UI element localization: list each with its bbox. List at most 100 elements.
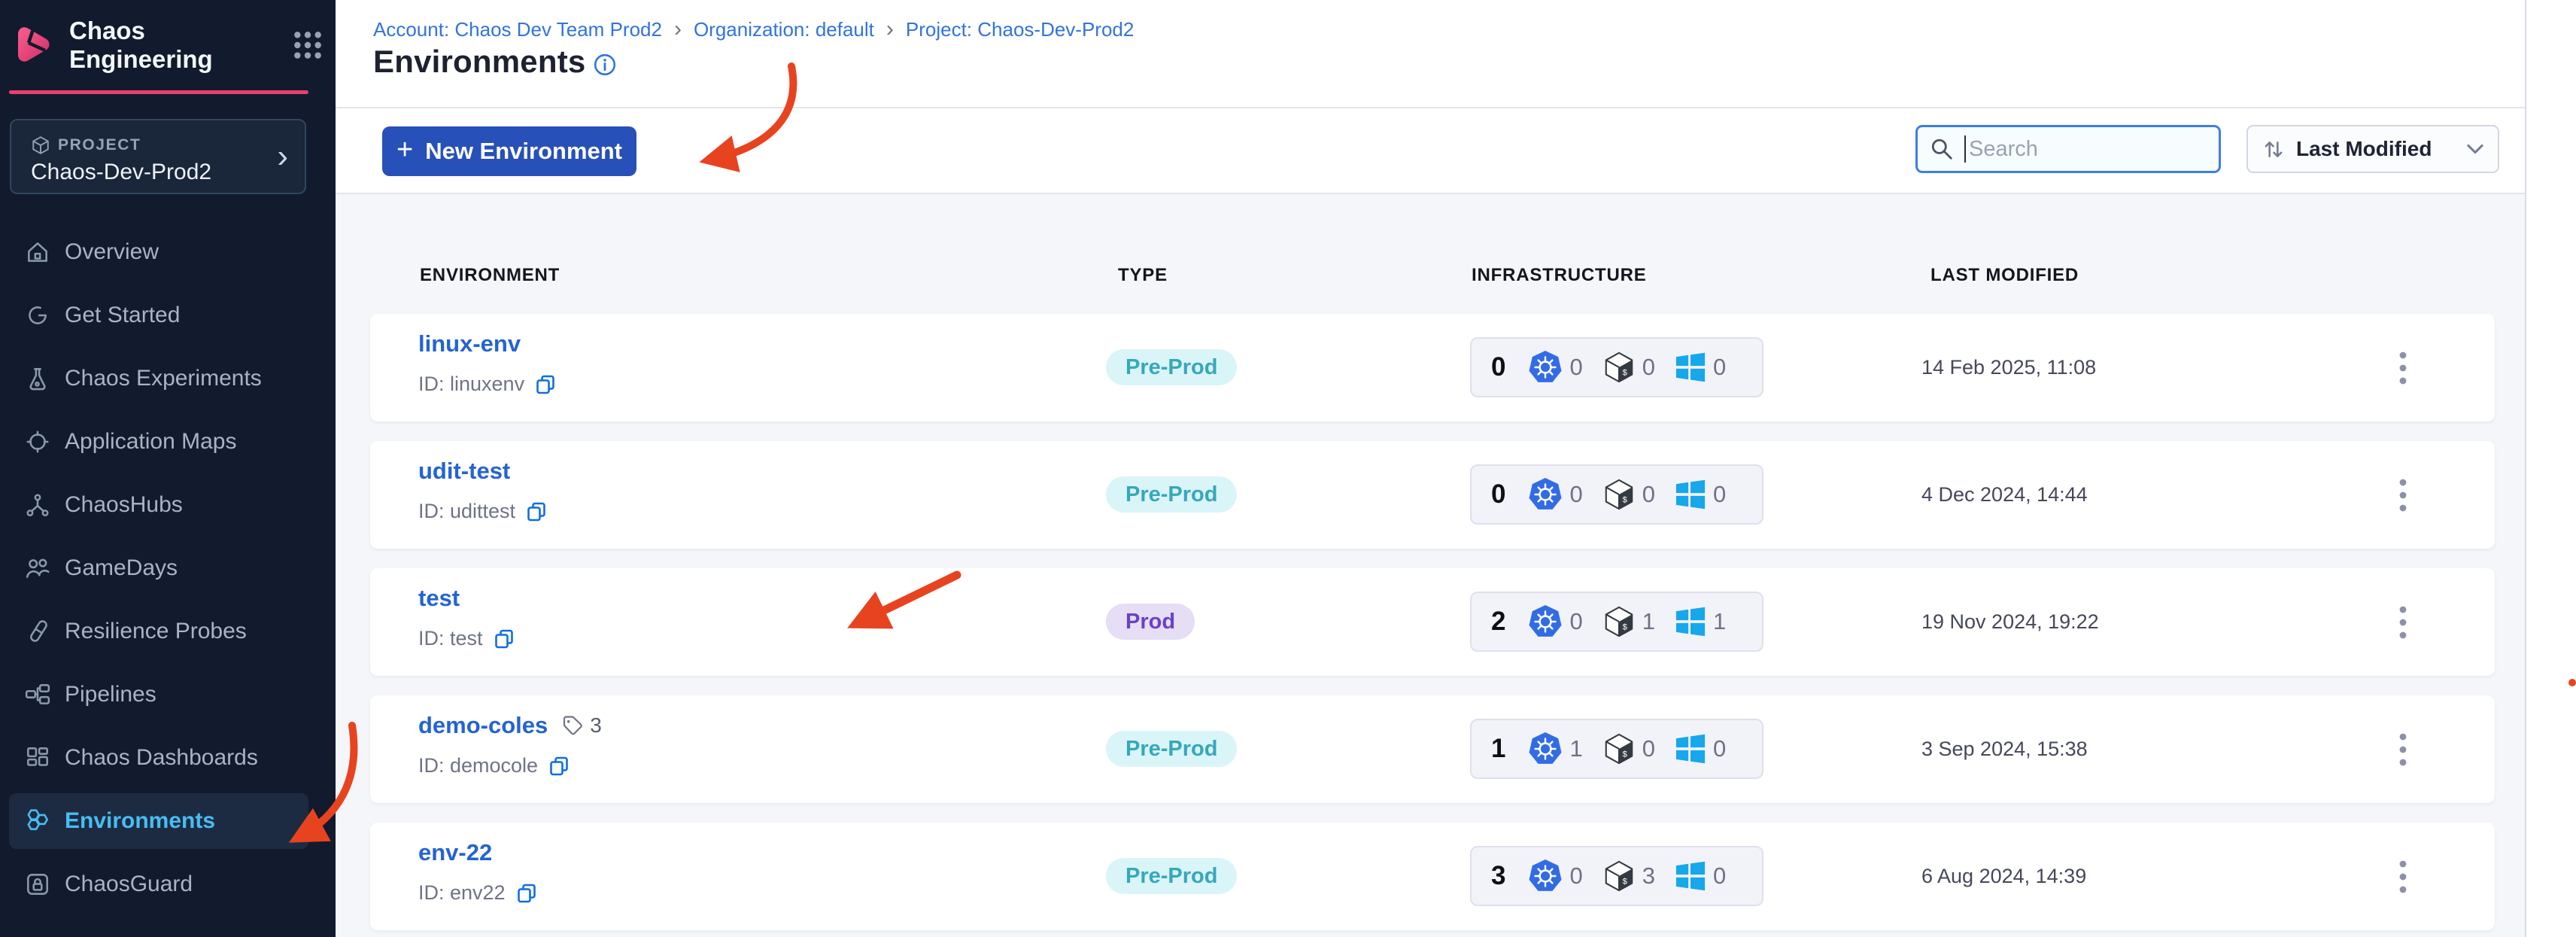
environment-name-link[interactable]: demo-coles [418,712,548,739]
lock-shield-icon [24,871,51,898]
search-input[interactable] [1969,136,2195,162]
environment-id: ID: linuxenv [418,373,525,395]
kubernetes-icon [1528,350,1563,385]
infra-total-count: 0 [1491,352,1506,382]
infra-windows-count: 1 [1712,608,1727,634]
text-caret [1964,135,1966,163]
last-modified-value: 14 Feb 2025, 11:08 [1921,356,2097,379]
infra-k8s-count: 0 [1569,608,1583,634]
row-menu-button[interactable] [2388,853,2418,901]
type-badge: Pre-Prod [1106,731,1238,767]
sidebar-item-get-started[interactable]: Get Started [9,289,308,342]
environment-id: ID: env22 [418,881,506,904]
sidebar-item-resilience-probes[interactable]: Resilience Probes [9,605,308,658]
linux-icon [1602,732,1636,765]
row-menu-button[interactable] [2388,598,2418,646]
test-tube-icon [24,618,51,645]
sidebar-item-chaos-dashboards[interactable]: Chaos Dashboards [9,732,308,784]
sidebar-item-pipelines[interactable]: Pipelines [9,668,308,721]
infra-windows-count: 0 [1712,862,1727,889]
infrastructure-summary: 3 0 3 0 [1470,846,1763,906]
new-environment-label: New Environment [425,138,623,164]
column-header-infrastructure: INFRASTRUCTURE [1472,265,1647,285]
tags-count: 3 [590,713,602,737]
module-switcher-grid-icon[interactable] [292,29,324,61]
sidebar-item-gamedays[interactable]: GameDays [9,542,308,595]
row-menu-button[interactable] [2388,344,2418,392]
project-cube-icon [32,136,49,154]
sidebar-item-environments[interactable]: Environments [9,793,308,849]
infra-windows-count: 0 [1712,354,1727,380]
chevron-right-icon: › [277,138,288,175]
breadcrumb-organization-link[interactable]: Organization: default [694,18,874,41]
sidebar-item-chaoshubs[interactable]: ChaosHubs [9,479,308,531]
environment-row[interactable]: demo-coles 3 ID: democole Pre-Prod 1 1 0… [370,695,2495,803]
harness-chaos-logo-icon[interactable] [12,24,53,66]
windows-icon [1675,351,1706,383]
row-menu-button[interactable] [2388,471,2418,519]
copy-icon[interactable] [535,374,556,395]
environment-row[interactable]: udit-test ID: udittest Pre-Prod 0 0 0 0 … [370,441,2495,549]
infra-k8s-count: 0 [1569,354,1583,380]
environment-name-link[interactable]: linux-env [418,330,521,357]
kubernetes-icon [1528,477,1563,512]
project-label: PROJECT [58,136,141,154]
environment-id: ID: test [418,627,483,650]
linux-icon [1602,859,1636,893]
sort-dropdown[interactable]: Last Modified [2246,125,2499,173]
people-icon [24,555,51,582]
sort-selected-value: Last Modified [2296,137,2432,160]
sidebar-item-application-maps[interactable]: Application Maps [9,415,308,468]
breadcrumb-separator: › [673,17,682,41]
hexagons-icon [24,808,51,835]
windows-icon [1675,479,1706,510]
environment-row[interactable]: linux-env ID: linuxenv Pre-Prod 0 0 0 0 … [370,314,2495,421]
environment-id: ID: udittest [418,500,516,522]
infra-windows-count: 0 [1712,481,1727,507]
copy-icon[interactable] [494,628,515,650]
tag-icon [561,714,584,737]
pipeline-icon [24,681,51,708]
row-menu-button[interactable] [2388,726,2418,774]
infra-windows-count: 0 [1712,735,1727,762]
infra-linux-count: 3 [1642,862,1655,889]
copy-icon[interactable] [526,501,547,522]
copy-icon[interactable] [548,756,570,777]
environment-name-link[interactable]: udit-test [418,458,510,485]
last-modified-value: 6 Aug 2024, 14:39 [1921,865,2087,887]
last-modified-value: 4 Dec 2024, 14:44 [1921,483,2088,506]
environment-row[interactable]: env-22 ID: env22 Pre-Prod 3 0 3 0 6 Aug … [370,823,2495,930]
column-header-environment: ENVIRONMENT [420,265,560,285]
module-title: Chaos Engineering [69,17,213,73]
breadcrumb-account-link[interactable]: Account: Chaos Dev Team Prod2 [373,18,662,41]
page-title: Environments [373,44,586,79]
infra-linux-count: 0 [1642,735,1655,762]
breadcrumb-project-link[interactable]: Project: Chaos-Dev-Prod2 [906,18,1134,41]
environments-list: ENVIRONMENT TYPE INFRASTRUCTURE LAST MOD… [336,194,2525,937]
search-box[interactable] [1915,125,2221,173]
network-icon [24,491,51,519]
sidebar-item-chaos-experiments[interactable]: Chaos Experiments [9,352,308,405]
sidebar-item-chaosguard[interactable]: ChaosGuard [9,858,308,911]
info-icon[interactable] [593,53,617,77]
environment-id: ID: democole [418,754,539,777]
type-badge: Pre-Prod [1106,349,1238,385]
target-icon [24,428,51,455]
scrollbar-gutter[interactable] [2525,0,2576,937]
column-header-last-modified: LAST MODIFIED [1930,265,2079,285]
column-header-type: TYPE [1118,265,1168,285]
environment-row[interactable]: test ID: test Prod 2 0 1 1 19 Nov 2024, … [370,568,2495,676]
new-environment-button[interactable]: + New Environment [382,126,636,176]
copy-icon[interactable] [516,883,537,904]
kubernetes-icon [1528,732,1563,766]
sort-arrows-icon [2262,137,2286,161]
sidebar-item-overview[interactable]: Overview [9,226,308,278]
brand-accent-bar [9,90,308,94]
linux-icon [1602,351,1636,384]
plus-icon: + [396,134,414,166]
infrastructure-summary: 0 0 0 0 [1470,337,1763,397]
project-selector[interactable]: PROJECT Chaos-Dev-Prod2 › [10,119,306,194]
environment-name-link[interactable]: env-22 [418,839,492,866]
environment-name-link[interactable]: test [418,585,460,612]
kubernetes-icon [1528,604,1563,639]
